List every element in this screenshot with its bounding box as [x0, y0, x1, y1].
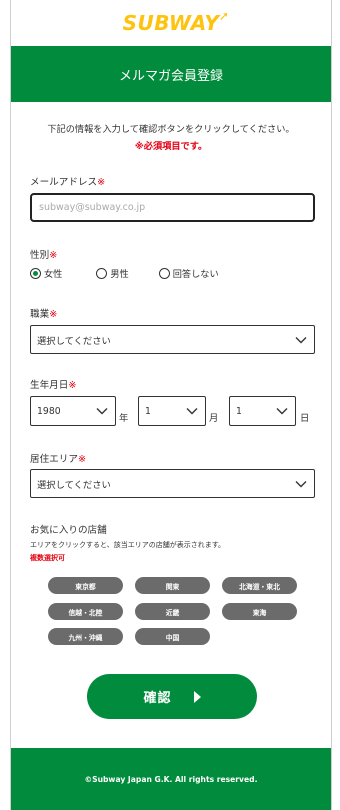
- email-label: メールアドレス※: [30, 174, 105, 188]
- radio-icon[interactable]: [158, 267, 170, 279]
- birth-month-value: 1: [145, 405, 151, 417]
- gender-radio-group: 女性 男性 回答しない: [30, 266, 241, 280]
- birth-day-select[interactable]: 1: [229, 396, 296, 426]
- required-mark: ※: [97, 177, 106, 188]
- required-note: ※必須項目です。: [134, 141, 208, 152]
- radio-selected-icon[interactable]: [30, 267, 41, 279]
- region-button-chugoku[interactable]: 中国: [135, 628, 210, 645]
- region-button-kyushu-okinawa[interactable]: 九州・沖縄: [48, 628, 123, 645]
- intro-block: 下記の情報を入力して確認ボタンをクリックしてください。 ※必須項目です。: [11, 102, 331, 155]
- email-field[interactable]: [30, 193, 315, 222]
- occupation-select-value: 選択してください: [37, 335, 111, 347]
- occupation-label: 職業※: [30, 306, 57, 320]
- gender-option-label: 女性: [44, 269, 63, 280]
- favorite-store-label: お気に入りの店舗: [30, 525, 107, 536]
- gender-label-text: 性別: [30, 250, 50, 261]
- required-mark: ※: [77, 454, 87, 465]
- required-mark: ※: [49, 250, 58, 261]
- favorite-store-note: エリアをクリックすると、該当エリアの店舗が表示されます。: [30, 541, 226, 549]
- intro-text: 下記の情報を入力して確認ボタンをクリックしてください。: [47, 124, 295, 135]
- day-unit: 日: [300, 413, 310, 424]
- play-arrow-icon: [193, 690, 201, 703]
- area-label: 居住エリア※: [30, 451, 86, 465]
- email-label-text: メールアドレス: [30, 177, 98, 188]
- chevron-down-icon: [186, 408, 198, 415]
- site-header: SUBWAY ➚: [11, 0, 331, 46]
- region-button-tokyo[interactable]: 東京都: [48, 577, 123, 594]
- gender-option-male[interactable]: 男性: [96, 266, 129, 280]
- birthdate-label: 生年月日※: [30, 377, 76, 391]
- occupation-label-text: 職業: [30, 309, 50, 320]
- region-button-shinetsu-hokuriku[interactable]: 信越・北陸: [48, 603, 123, 620]
- birthdate-label-text: 生年月日: [30, 380, 69, 391]
- page-title-band: メルマガ会員登録: [11, 46, 331, 102]
- month-unit: 月: [209, 413, 219, 424]
- gender-label: 性別※: [30, 247, 57, 261]
- gender-option-label: 回答しない: [172, 269, 219, 280]
- logo-text: SUBWAY: [122, 11, 220, 35]
- page-title: メルマガ会員登録: [118, 68, 223, 84]
- required-mark: ※: [49, 309, 58, 320]
- birth-day-value: 1: [236, 405, 242, 417]
- occupation-select[interactable]: 選択してください: [30, 325, 315, 354]
- region-button-kinki[interactable]: 近畿: [135, 603, 210, 620]
- site-footer: ©Subway Japan G.K. All rights reserved.: [11, 748, 331, 810]
- gender-option-no-answer[interactable]: 回答しない: [158, 266, 219, 280]
- copyright-text: ©Subway Japan G.K. All rights reserved.: [84, 774, 258, 784]
- multi-select-note: 複数選択可: [30, 554, 65, 562]
- chevron-down-icon: [295, 336, 307, 343]
- area-label-text: 居住エリア: [30, 454, 78, 465]
- page-frame: SUBWAY ➚ メルマガ会員登録 下記の情報を入力して確認ボタンをクリックしてく…: [10, 0, 332, 810]
- subway-logo[interactable]: SUBWAY ➚: [122, 10, 229, 35]
- birth-year-select[interactable]: 1980: [30, 396, 116, 426]
- logo-arrow-icon: ➚: [218, 9, 230, 23]
- confirm-button[interactable]: 確認: [87, 674, 257, 719]
- required-mark: ※: [68, 380, 77, 391]
- region-button-kanto[interactable]: 関東: [135, 577, 210, 594]
- radio-icon[interactable]: [96, 267, 108, 279]
- gender-option-female[interactable]: 女性: [30, 266, 62, 280]
- chevron-down-icon: [295, 480, 307, 487]
- year-unit: 年: [119, 413, 129, 424]
- area-select[interactable]: 選択してください: [30, 469, 315, 498]
- confirm-button-label: 確認: [143, 691, 172, 706]
- gender-option-label: 男性: [110, 269, 129, 280]
- chevron-down-icon: [276, 408, 288, 415]
- region-button-hokkaido-tohoku[interactable]: 北海道・東北: [222, 577, 297, 594]
- region-button-tokai[interactable]: 東海: [222, 603, 297, 620]
- area-select-value: 選択してください: [37, 479, 111, 491]
- chevron-down-icon: [96, 408, 108, 415]
- birth-month-select[interactable]: 1: [138, 396, 206, 426]
- birth-year-value: 1980: [37, 405, 61, 417]
